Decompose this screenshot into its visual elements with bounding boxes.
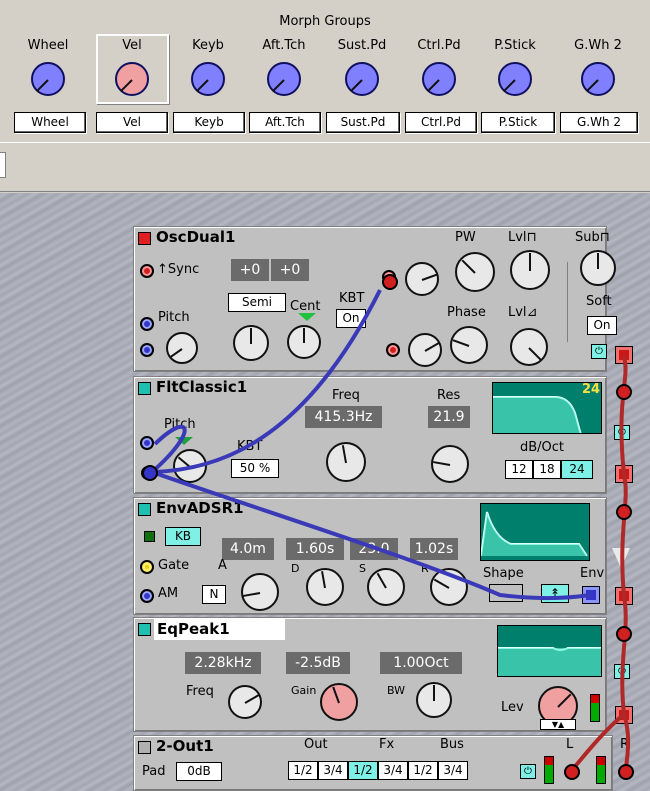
patch-cables <box>142 274 634 780</box>
cable-red-5 <box>622 713 631 771</box>
cable-plug-osc <box>382 274 398 290</box>
cable-blue-1 <box>151 289 382 474</box>
cable-plug-filter-out <box>616 504 632 520</box>
cable-plug-out-l <box>564 764 580 780</box>
cable-plug-env-out <box>616 626 632 642</box>
cable-blue-3 <box>151 470 591 601</box>
cable-plug-filter-in <box>142 465 158 481</box>
cable-red-4 <box>570 712 626 772</box>
cable-red-1 <box>619 355 628 476</box>
cable-red-3 <box>620 595 628 715</box>
cable-blue-2 <box>150 424 187 474</box>
cable-red-2 <box>620 474 628 597</box>
cable-plug-osc-out <box>616 384 632 400</box>
cable-plug-out-r <box>618 764 634 780</box>
